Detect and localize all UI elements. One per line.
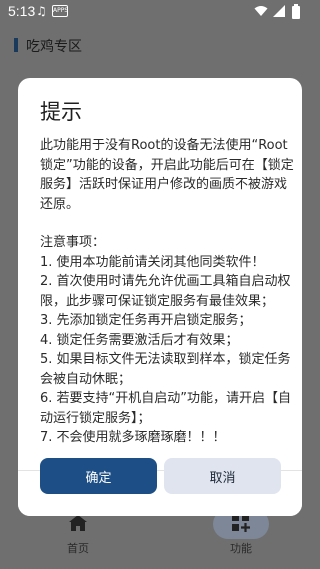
- note-item: 3. 先添加锁定任务再开启锁定服务；: [40, 313, 252, 328]
- battery-icon: [292, 4, 300, 19]
- dialog-intro: 此功能用于没有Root的设备无法使用“Root锁定”功能的设备，开启此功能后可在…: [40, 138, 294, 212]
- app-notification-icon: APPS: [52, 5, 68, 17]
- tip-dialog: 提示 此功能用于没有Root的设备无法使用“Root锁定”功能的设备，开启此功能…: [18, 78, 302, 516]
- note-item: 1. 使用本功能前请关闭其他同类软件！: [40, 254, 265, 270]
- dialog-title: 提示: [40, 100, 82, 124]
- signal-icon: [272, 4, 286, 18]
- nav-label-function: 功能: [230, 542, 252, 555]
- music-note-icon: ♫: [36, 4, 47, 18]
- nav-label-home: 首页: [67, 542, 89, 555]
- header-accent-bar: [14, 38, 18, 52]
- page-title: 吃鸡专区: [26, 39, 82, 55]
- confirm-button[interactable]: 确定: [40, 458, 157, 494]
- note-item: 7. 不会使用就多琢磨琢磨！！！: [40, 430, 226, 445]
- note-item: 5. 如果目标文件无法读取到样本，锁定任务会被自动休眠；: [40, 352, 291, 387]
- note-item: 6. 若要支持“开机自启动”功能，请开启【自动运行锁定服务】；: [40, 391, 292, 426]
- status-time: 5:13: [8, 3, 36, 19]
- note-item: 4. 锁定任务需要激活后才有效果；: [40, 332, 239, 348]
- note-item: 2. 首次使用时请先允许优画工具箱自启动权限，此步骤可保证锁定服务有最佳效果；: [40, 274, 291, 309]
- cancel-button[interactable]: 取消: [164, 458, 281, 494]
- status-bar: 5:13 ♫ APPS: [0, 0, 320, 24]
- section-header: 吃鸡专区: [0, 32, 320, 60]
- wifi-icon: [254, 4, 268, 18]
- notes-heading: 注意事项：: [40, 235, 106, 250]
